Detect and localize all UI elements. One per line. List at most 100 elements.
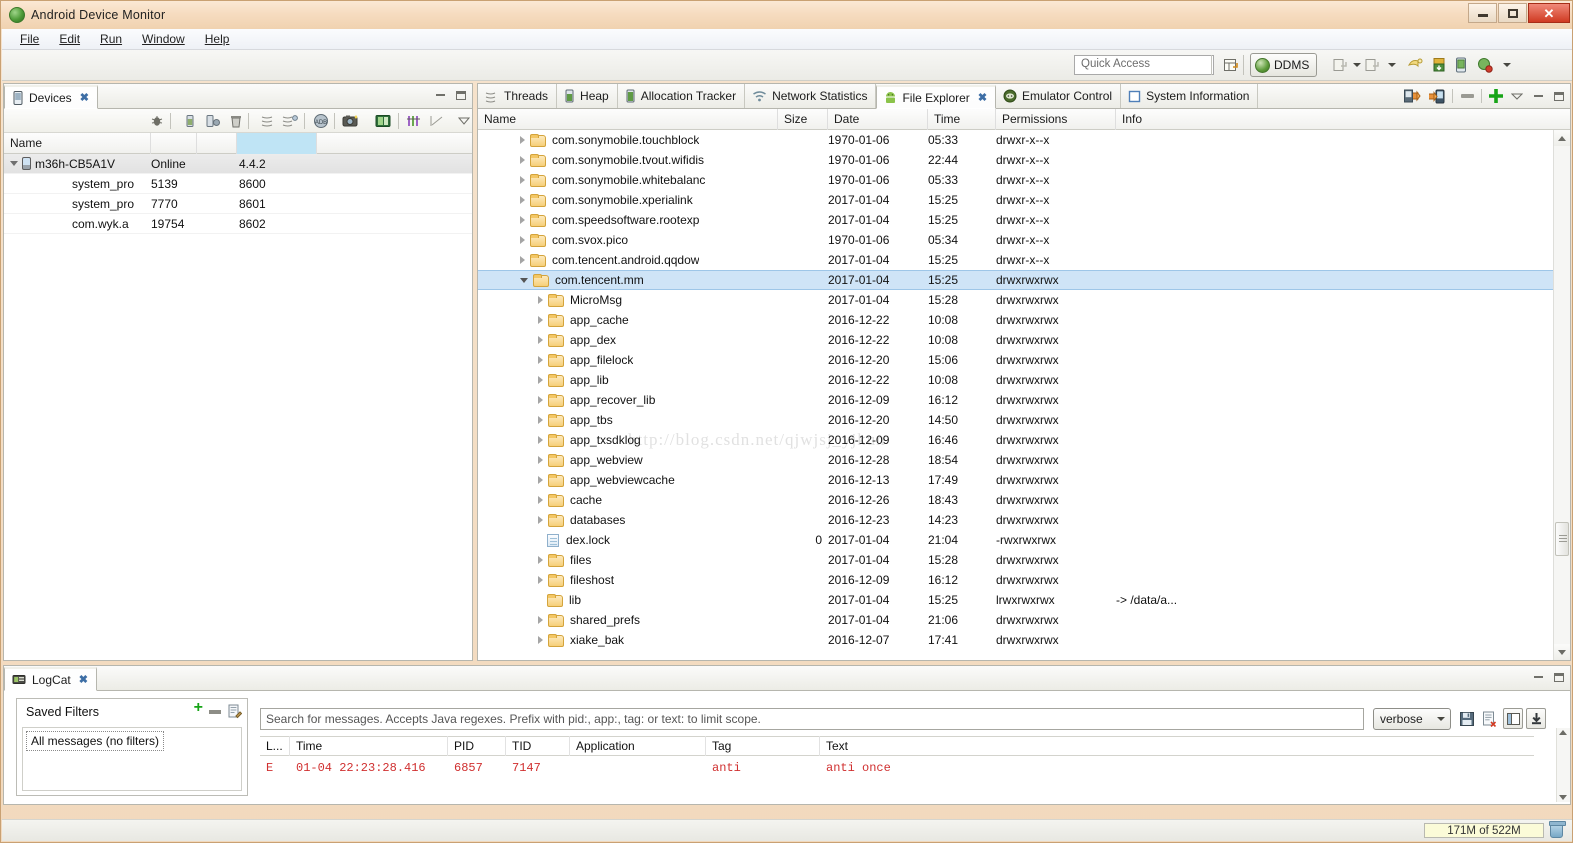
reset-adb-icon[interactable]: ADB [312,112,330,130]
chevron-right-icon[interactable] [520,236,525,244]
display-view-icon[interactable] [1503,708,1523,729]
new-folder-icon[interactable] [1489,89,1503,103]
update-heap-icon[interactable] [181,112,199,130]
file-row[interactable]: app_recover_lib 2016-12-09 16:12 drwxrwxrwx [478,390,1570,410]
file-row[interactable]: app_lib 2016-12-22 10:08 drwxrwxrwx [478,370,1570,390]
maximize-icon[interactable] [1552,670,1566,684]
column-size[interactable]: Size [778,108,828,130]
minimize-icon[interactable] [433,88,447,102]
file-row[interactable]: lib 2017-01-04 15:25 lrwxrwxrwx -> /data/a..… [478,590,1570,610]
table-row[interactable]: system_pro 5139 8600 [4,174,472,194]
file-row[interactable]: app_webviewcache 2016-12-13 17:49 drwxrwxrw… [478,470,1570,490]
table-row[interactable]: E 01-04 22:23:28.416 6857 7147 anti anti… [260,758,1534,778]
chevron-right-icon[interactable] [520,256,525,264]
chevron-right-icon[interactable] [538,516,543,524]
file-row[interactable]: app_txsdklog 2016-12-09 16:46 drwxrwxrwx [478,430,1570,450]
chevron-right-icon[interactable] [520,196,525,204]
file-row[interactable]: com.sonymobile.xperialink 2017-01-04 15:25… [478,190,1570,210]
file-row[interactable]: com.tencent.android.qqdow 2017-01-04 15:25… [478,250,1570,270]
table-row[interactable]: com.wyk.a 19754 8602 [4,214,472,234]
logcat-column-tid[interactable]: TID [506,736,570,756]
debug-process-icon[interactable] [148,112,166,130]
saved-filters-list[interactable]: All messages (no filters) [22,727,242,791]
device-screenshot-icon[interactable] [1451,55,1471,75]
chevron-right-icon[interactable] [538,556,543,564]
menu-file[interactable]: File [10,30,49,48]
scroll-lock-icon[interactable] [1526,708,1546,729]
screen-capture-icon[interactable] [342,112,360,130]
file-row[interactable]: app_dex 2016-12-22 10:08 drwxrwxrwx [478,330,1570,350]
scroll-down-arrow-icon[interactable] [1554,644,1570,660]
chevron-right-icon[interactable] [538,296,543,304]
menu-edit[interactable]: Edit [49,30,90,48]
scrollbar-thumb[interactable] [1555,522,1569,556]
delete-icon[interactable] [1460,89,1474,103]
column-time[interactable]: Time [928,108,996,130]
tab-threads[interactable]: Threads [478,84,558,108]
logcat-search-input[interactable]: Search for messages. Accepts Java regexe… [260,708,1364,730]
menu-run[interactable]: Run [90,30,132,48]
close-icon[interactable]: ✖ [978,91,987,104]
close-icon[interactable]: ✖ [80,91,89,104]
perspective-ddms-button[interactable]: DDMS [1250,53,1318,77]
edit-filter-icon[interactable] [228,704,243,722]
chevron-right-icon[interactable] [520,136,525,144]
chevron-down-icon[interactable] [10,161,18,166]
scroll-up-arrow-icon[interactable] [1559,730,1567,735]
maximize-button[interactable] [1498,3,1527,23]
table-row[interactable]: system_pro 7770 8601 [4,194,472,214]
file-row[interactable]: com.svox.pico 1970-01-06 05:34 drwxr-x--x [478,230,1570,250]
chevron-down-icon[interactable] [520,277,528,283]
close-button[interactable]: ✕ [1528,3,1570,23]
minimize-icon[interactable] [1531,89,1545,103]
start-method-profiling-icon[interactable] [281,112,299,130]
file-explorer-list[interactable]: http://blog.csdn.net/qjwjsj_yjkun com.so… [478,130,1570,660]
chevron-right-icon[interactable] [538,336,543,344]
file-row[interactable]: shared_prefs 2017-01-04 21:06 drwxrwxrwx [478,610,1570,630]
remove-filter-icon[interactable] [209,710,221,714]
run-icon[interactable] [1475,55,1495,75]
tab-heap[interactable]: Heap [557,84,618,108]
pull-file-icon[interactable] [1404,88,1421,104]
view-menu-icon[interactable] [455,112,473,130]
logcat-column-pid[interactable]: PID [448,736,506,756]
tab-logcat[interactable]: LogCat ✖ [4,667,97,691]
chevron-right-icon[interactable] [538,436,543,444]
stop-process-icon[interactable] [227,112,245,130]
file-row[interactable]: com.speedsoftware.rootexp 2017-01-04 15:25… [478,210,1570,230]
tab-file-explorer[interactable]: File Explorer ✖ [876,85,997,109]
column-info[interactable]: Info [1116,109,1570,130]
dump-hprof-icon[interactable] [204,112,222,130]
logcat-column-application[interactable]: Application [570,736,706,756]
chevron-right-icon[interactable] [538,616,543,624]
devices-column-3[interactable] [197,132,237,154]
chevron-down-icon[interactable] [1497,55,1517,75]
file-row[interactable]: databases 2016-12-23 14:23 drwxrwxrwx [478,510,1570,530]
file-row[interactable]: xiake_bak 2016-12-07 17:41 drwxrwxrwx [478,630,1570,650]
heap-status[interactable]: 171M of 522M [1424,823,1544,838]
view-menu-icon[interactable] [1510,89,1524,103]
clear-log-icon[interactable] [1480,708,1500,729]
minimize-button[interactable] [1468,3,1497,23]
file-row[interactable]: com.sonymobile.whitebalanc 1970-01-06 05:3… [478,170,1570,190]
file-row[interactable]: com.sonymobile.touchblock 1970-01-06 05:33… [478,130,1570,150]
capture-system-state-icon[interactable] [405,112,423,130]
scroll-up-arrow-icon[interactable] [1554,130,1570,146]
maximize-icon[interactable] [1552,89,1566,103]
file-row[interactable]: app_webview 2016-12-28 18:54 drwxrwxrwx [478,450,1570,470]
dump-view-hierarchy-icon[interactable] [374,112,392,130]
chevron-right-icon[interactable] [538,376,543,384]
chevron-down-icon[interactable] [1382,55,1402,75]
file-row[interactable]: files 2017-01-04 15:28 drwxrwxrwx [478,550,1570,570]
quick-access-input[interactable]: Quick Access [1074,55,1214,75]
file-row[interactable]: MicroMsg 2017-01-04 15:28 drwxrwxrwx [478,290,1570,310]
import-device-icon[interactable] [1429,55,1449,75]
file-row[interactable]: app_tbs 2016-12-20 14:50 drwxrwxrwx [478,410,1570,430]
logcat-scrollbar[interactable] [1556,728,1570,802]
chevron-right-icon[interactable] [538,496,543,504]
devices-column-2[interactable] [151,132,197,154]
tab-system-information[interactable]: System Information [1121,84,1259,108]
scroll-down-arrow-icon[interactable] [1559,795,1567,800]
close-icon[interactable]: ✖ [79,673,88,686]
logcat-column-level[interactable]: L... [260,736,290,756]
